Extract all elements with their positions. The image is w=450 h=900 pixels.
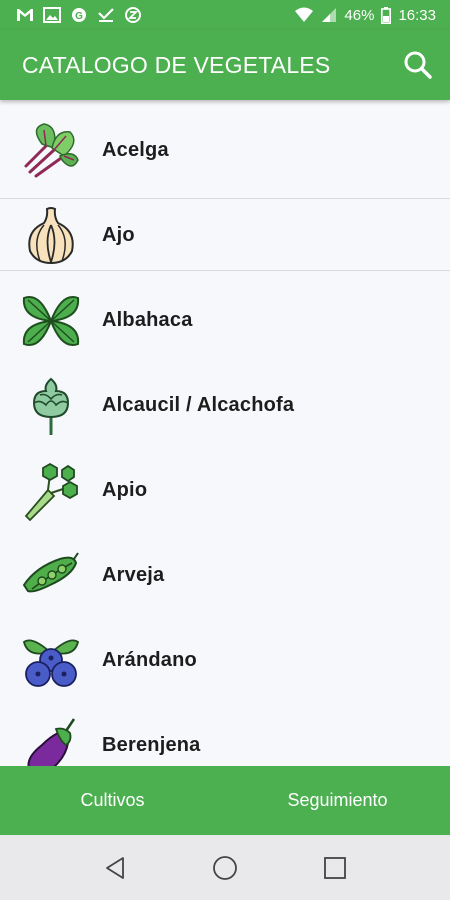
list-item-label: Albahaca: [102, 309, 193, 331]
photo-icon: [43, 7, 61, 23]
list-item-ajo[interactable]: Ajo: [0, 193, 450, 278]
celery-icon: [24, 462, 78, 521]
list-item-label: Ajo: [102, 224, 135, 246]
vegetable-list[interactable]: Acelga Ajo Albahaca Alcaucil / Alcachofa: [0, 100, 450, 766]
bottom-nav: Cultivos Seguimiento: [0, 766, 450, 835]
recents-icon: [324, 856, 346, 879]
list-item-alcaucil[interactable]: Alcaucil / Alcachofa: [0, 363, 450, 448]
wifi-icon: [295, 7, 314, 22]
app-title: CATALOGO DE VEGETALES: [22, 51, 331, 78]
cast-icon: G: [72, 8, 86, 22]
sync-icon: [125, 7, 141, 23]
list-item-label: Acelga: [102, 139, 169, 161]
list-item-apio[interactable]: Apio: [0, 448, 450, 533]
tab-seguimiento[interactable]: Seguimiento: [225, 790, 450, 811]
download-done-icon: [98, 8, 114, 22]
pea-icon: [22, 551, 79, 592]
artichoke-icon: [32, 377, 70, 435]
gmail-icon: [17, 9, 33, 21]
list-item-albahaca[interactable]: Albahaca: [0, 278, 450, 363]
clock: 16:33: [398, 6, 436, 24]
recents-button[interactable]: [315, 848, 355, 888]
status-bar: G 46% 16:33: [0, 0, 450, 30]
list-item-label: Alcaucil / Alcachofa: [102, 394, 295, 416]
list-item-label: Berenjena: [102, 734, 201, 756]
signal-icon: [322, 8, 337, 22]
notification-icons: G: [16, 7, 142, 23]
list-item-berenjena[interactable]: Berenjena: [0, 703, 450, 766]
divider: [0, 270, 450, 271]
list-item-label: Arveja: [102, 564, 165, 586]
app-bar: CATALOGO DE VEGETALES: [0, 30, 450, 100]
system-nav-bar: [0, 835, 450, 900]
list-item-acelga[interactable]: Acelga: [0, 108, 450, 193]
search-button[interactable]: [400, 47, 436, 83]
home-button[interactable]: [205, 848, 245, 888]
battery-percent: 46%: [344, 6, 375, 24]
battery-icon: [381, 6, 392, 24]
back-button[interactable]: [95, 848, 135, 888]
list-item-arveja[interactable]: Arveja: [0, 533, 450, 618]
tab-cultivos[interactable]: Cultivos: [0, 790, 225, 811]
chard-icon: [24, 122, 79, 177]
svg-text:G: G: [75, 11, 83, 22]
search-icon: [404, 51, 432, 79]
eggplant-icon: [27, 717, 76, 766]
list-item-label: Arándano: [102, 649, 197, 671]
list-item-label: Apio: [102, 479, 148, 501]
home-icon: [213, 855, 237, 880]
garlic-icon: [28, 206, 74, 264]
system-status: 46% 16:33: [294, 6, 436, 24]
back-icon: [106, 856, 124, 879]
blueberry-icon: [22, 638, 80, 687]
basil-icon: [22, 295, 80, 346]
list-item-arandano[interactable]: Arándano: [0, 618, 450, 703]
